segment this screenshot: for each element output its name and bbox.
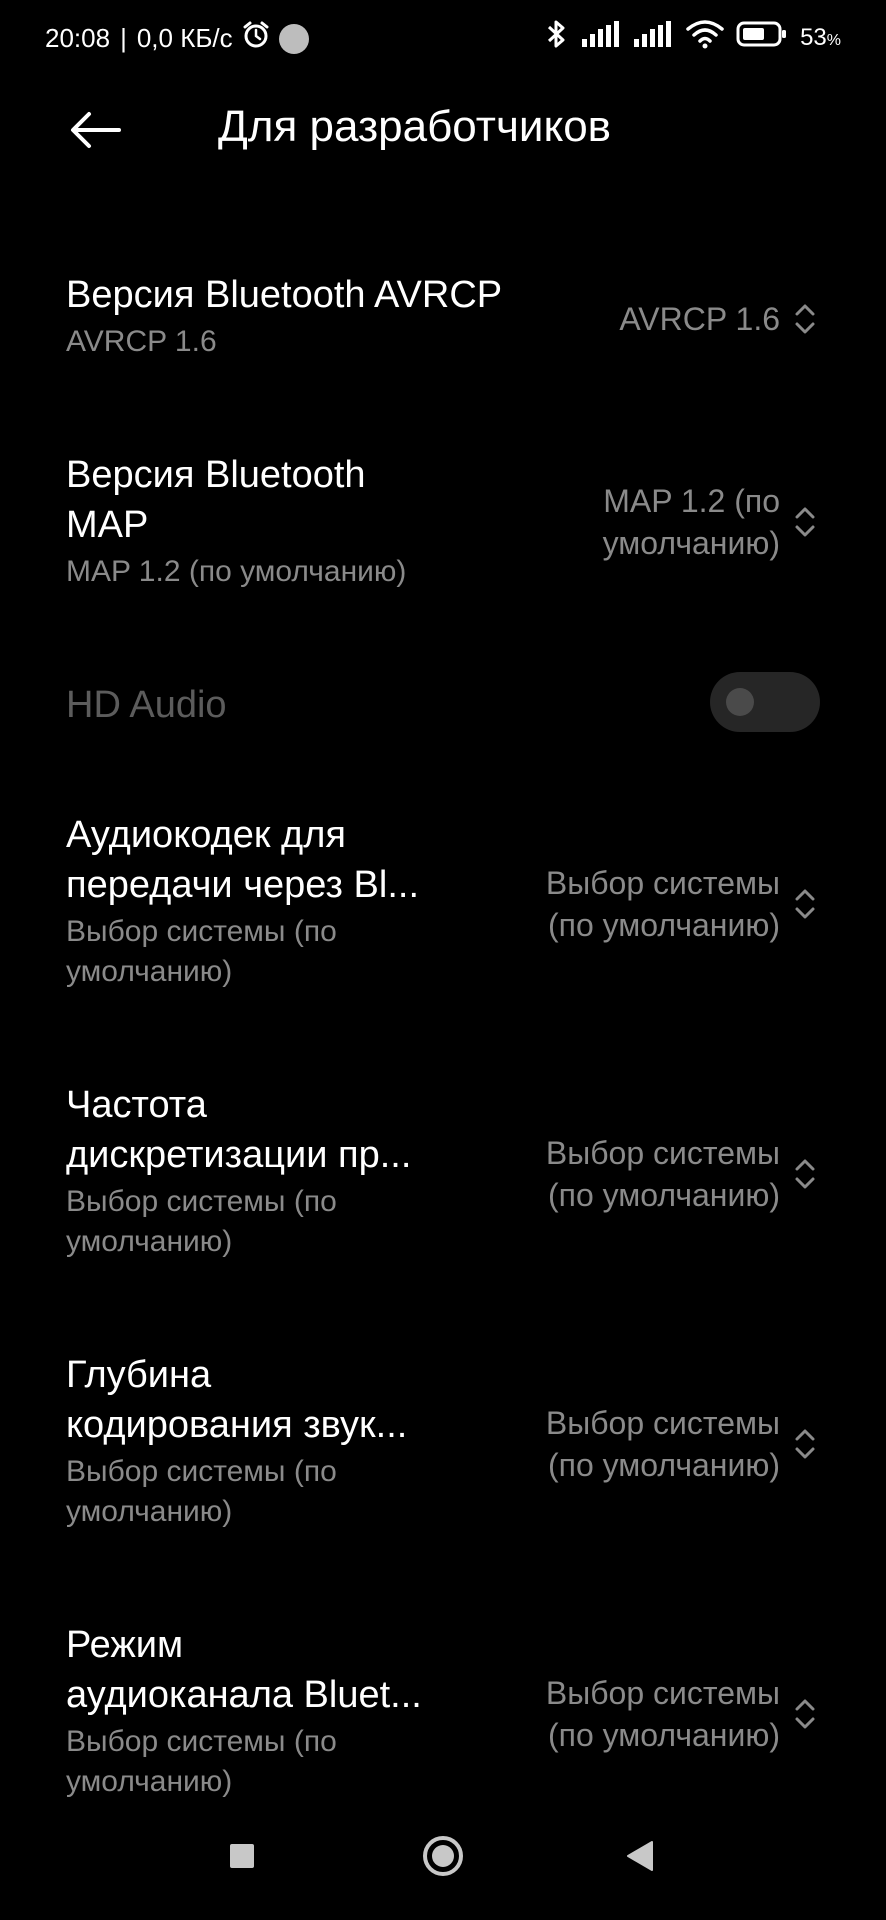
setting-title: Глубина кодирования звук...	[66, 1354, 408, 1446]
signal-icon	[582, 21, 622, 54]
setting-bluetooth-bits-per-sample[interactable]: Глубина кодирования звук... Выбор систем…	[0, 1350, 886, 1530]
wifi-icon	[686, 19, 724, 56]
setting-text: Версия Bluetooth MAP MAP 1.2 (по умолчан…	[66, 450, 406, 592]
battery-percent: 53%	[800, 23, 841, 51]
page-title: Для разработчиков	[218, 102, 612, 151]
setting-subtitle: AVRCP 1.6	[66, 325, 217, 358]
chevron-up-down-icon	[790, 1154, 820, 1194]
chevron-up-down-icon	[790, 1424, 820, 1464]
setting-bluetooth-avrcp-version[interactable]: Версия Bluetooth AVRCP AVRCP 1.6 AVRCP 1…	[0, 270, 886, 380]
setting-value-dropdown[interactable]: Выбор системы (по умолчанию)	[546, 1132, 820, 1216]
home-button[interactable]	[413, 1828, 473, 1888]
setting-text: Аудиокодек для передачи через Bl... Выбо…	[66, 810, 419, 992]
chevron-up-down-icon	[790, 502, 820, 542]
setting-title: HD Audio	[66, 684, 227, 726]
status-left: 20:08 | 0,0 КБ/с	[45, 20, 309, 57]
status-time: 20:08	[45, 23, 111, 53]
status-bar: 20:08 | 0,0 КБ/с 53%	[0, 0, 886, 80]
setting-value-dropdown[interactable]: AVRCP 1.6	[619, 298, 820, 340]
network-speed: 0,0 КБ/с	[136, 23, 233, 53]
setting-hd-audio: HD Audio	[0, 670, 886, 740]
setting-text: HD Audio	[66, 680, 227, 730]
setting-title: Версия Bluetooth AVRCP	[66, 274, 503, 316]
setting-subtitle: Выбор системы (по умолчанию)	[66, 1185, 337, 1258]
setting-value: MAP 1.2 (по умолчанию)	[602, 483, 780, 561]
setting-value: Выбор системы (по умолчанию)	[545, 1675, 780, 1753]
setting-title: Режим аудиоканала Bluet...	[66, 1624, 422, 1716]
recents-button[interactable]	[212, 1828, 272, 1888]
chevron-up-down-icon	[790, 1694, 820, 1734]
status-separator: |	[120, 23, 127, 53]
bluetooth-icon	[544, 18, 570, 57]
navigation-bar	[0, 1800, 886, 1920]
setting-value-dropdown[interactable]: MAP 1.2 (по умолчанию)	[603, 480, 820, 564]
back-triangle-icon	[625, 1840, 655, 1877]
setting-title: Аудиокодек для передачи через Bl...	[66, 814, 420, 906]
setting-title: Частота дискретизации пр...	[66, 1084, 412, 1176]
setting-subtitle: Выбор системы (по умолчанию)	[66, 1725, 337, 1798]
setting-value-dropdown[interactable]: Выбор системы (по умолчанию)	[546, 1672, 820, 1756]
battery-icon	[736, 20, 788, 55]
app-bar: Для разработчиков	[0, 80, 886, 180]
nav-back-button[interactable]	[610, 1828, 670, 1888]
setting-value: Выбор системы (по умолчанию)	[545, 1135, 780, 1213]
recents-square-icon	[228, 1842, 256, 1875]
setting-subtitle: MAP 1.2 (по умолчанию)	[66, 555, 407, 588]
setting-value: Выбор системы (по умолчанию)	[545, 865, 780, 943]
setting-text: Глубина кодирования звук... Выбор систем…	[66, 1350, 407, 1532]
status-right: 53%	[544, 18, 841, 57]
setting-value-dropdown[interactable]: Выбор системы (по умолчанию)	[546, 1402, 820, 1486]
chevron-up-down-icon	[790, 884, 820, 924]
chevron-up-down-icon	[790, 299, 820, 339]
setting-bluetooth-channel-mode[interactable]: Режим аудиоканала Bluet... Выбор системы…	[0, 1620, 886, 1800]
setting-subtitle: Выбор системы (по умолчанию)	[66, 915, 337, 988]
home-circle-icon	[421, 1834, 465, 1883]
setting-value: Выбор системы (по умолчанию)	[545, 1405, 780, 1483]
arrow-left-icon	[69, 110, 121, 155]
setting-title: Версия Bluetooth MAP	[66, 454, 366, 546]
toggle-knob	[726, 688, 754, 716]
setting-text: Версия Bluetooth AVRCP AVRCP 1.6	[66, 270, 502, 362]
alarm-icon	[241, 20, 271, 57]
setting-subtitle: Выбор системы (по умолчанию)	[66, 1455, 337, 1528]
signal-icon-2	[634, 21, 674, 54]
hd-audio-toggle[interactable]	[710, 672, 820, 732]
setting-bluetooth-map-version[interactable]: Версия Bluetooth MAP MAP 1.2 (по умолчан…	[0, 450, 886, 600]
setting-value-dropdown[interactable]: Выбор системы (по умолчанию)	[546, 862, 820, 946]
lounge-fm-icon	[278, 23, 309, 54]
setting-bluetooth-audio-codec[interactable]: Аудиокодек для передачи через Bl... Выбо…	[0, 810, 886, 990]
setting-value: AVRCP 1.6	[619, 301, 780, 337]
setting-bluetooth-sample-rate[interactable]: Частота дискретизации пр... Выбор систем…	[0, 1080, 886, 1260]
setting-text: Режим аудиоканала Bluet... Выбор системы…	[66, 1620, 422, 1802]
setting-text: Частота дискретизации пр... Выбор систем…	[66, 1080, 411, 1262]
back-button[interactable]	[60, 102, 130, 162]
